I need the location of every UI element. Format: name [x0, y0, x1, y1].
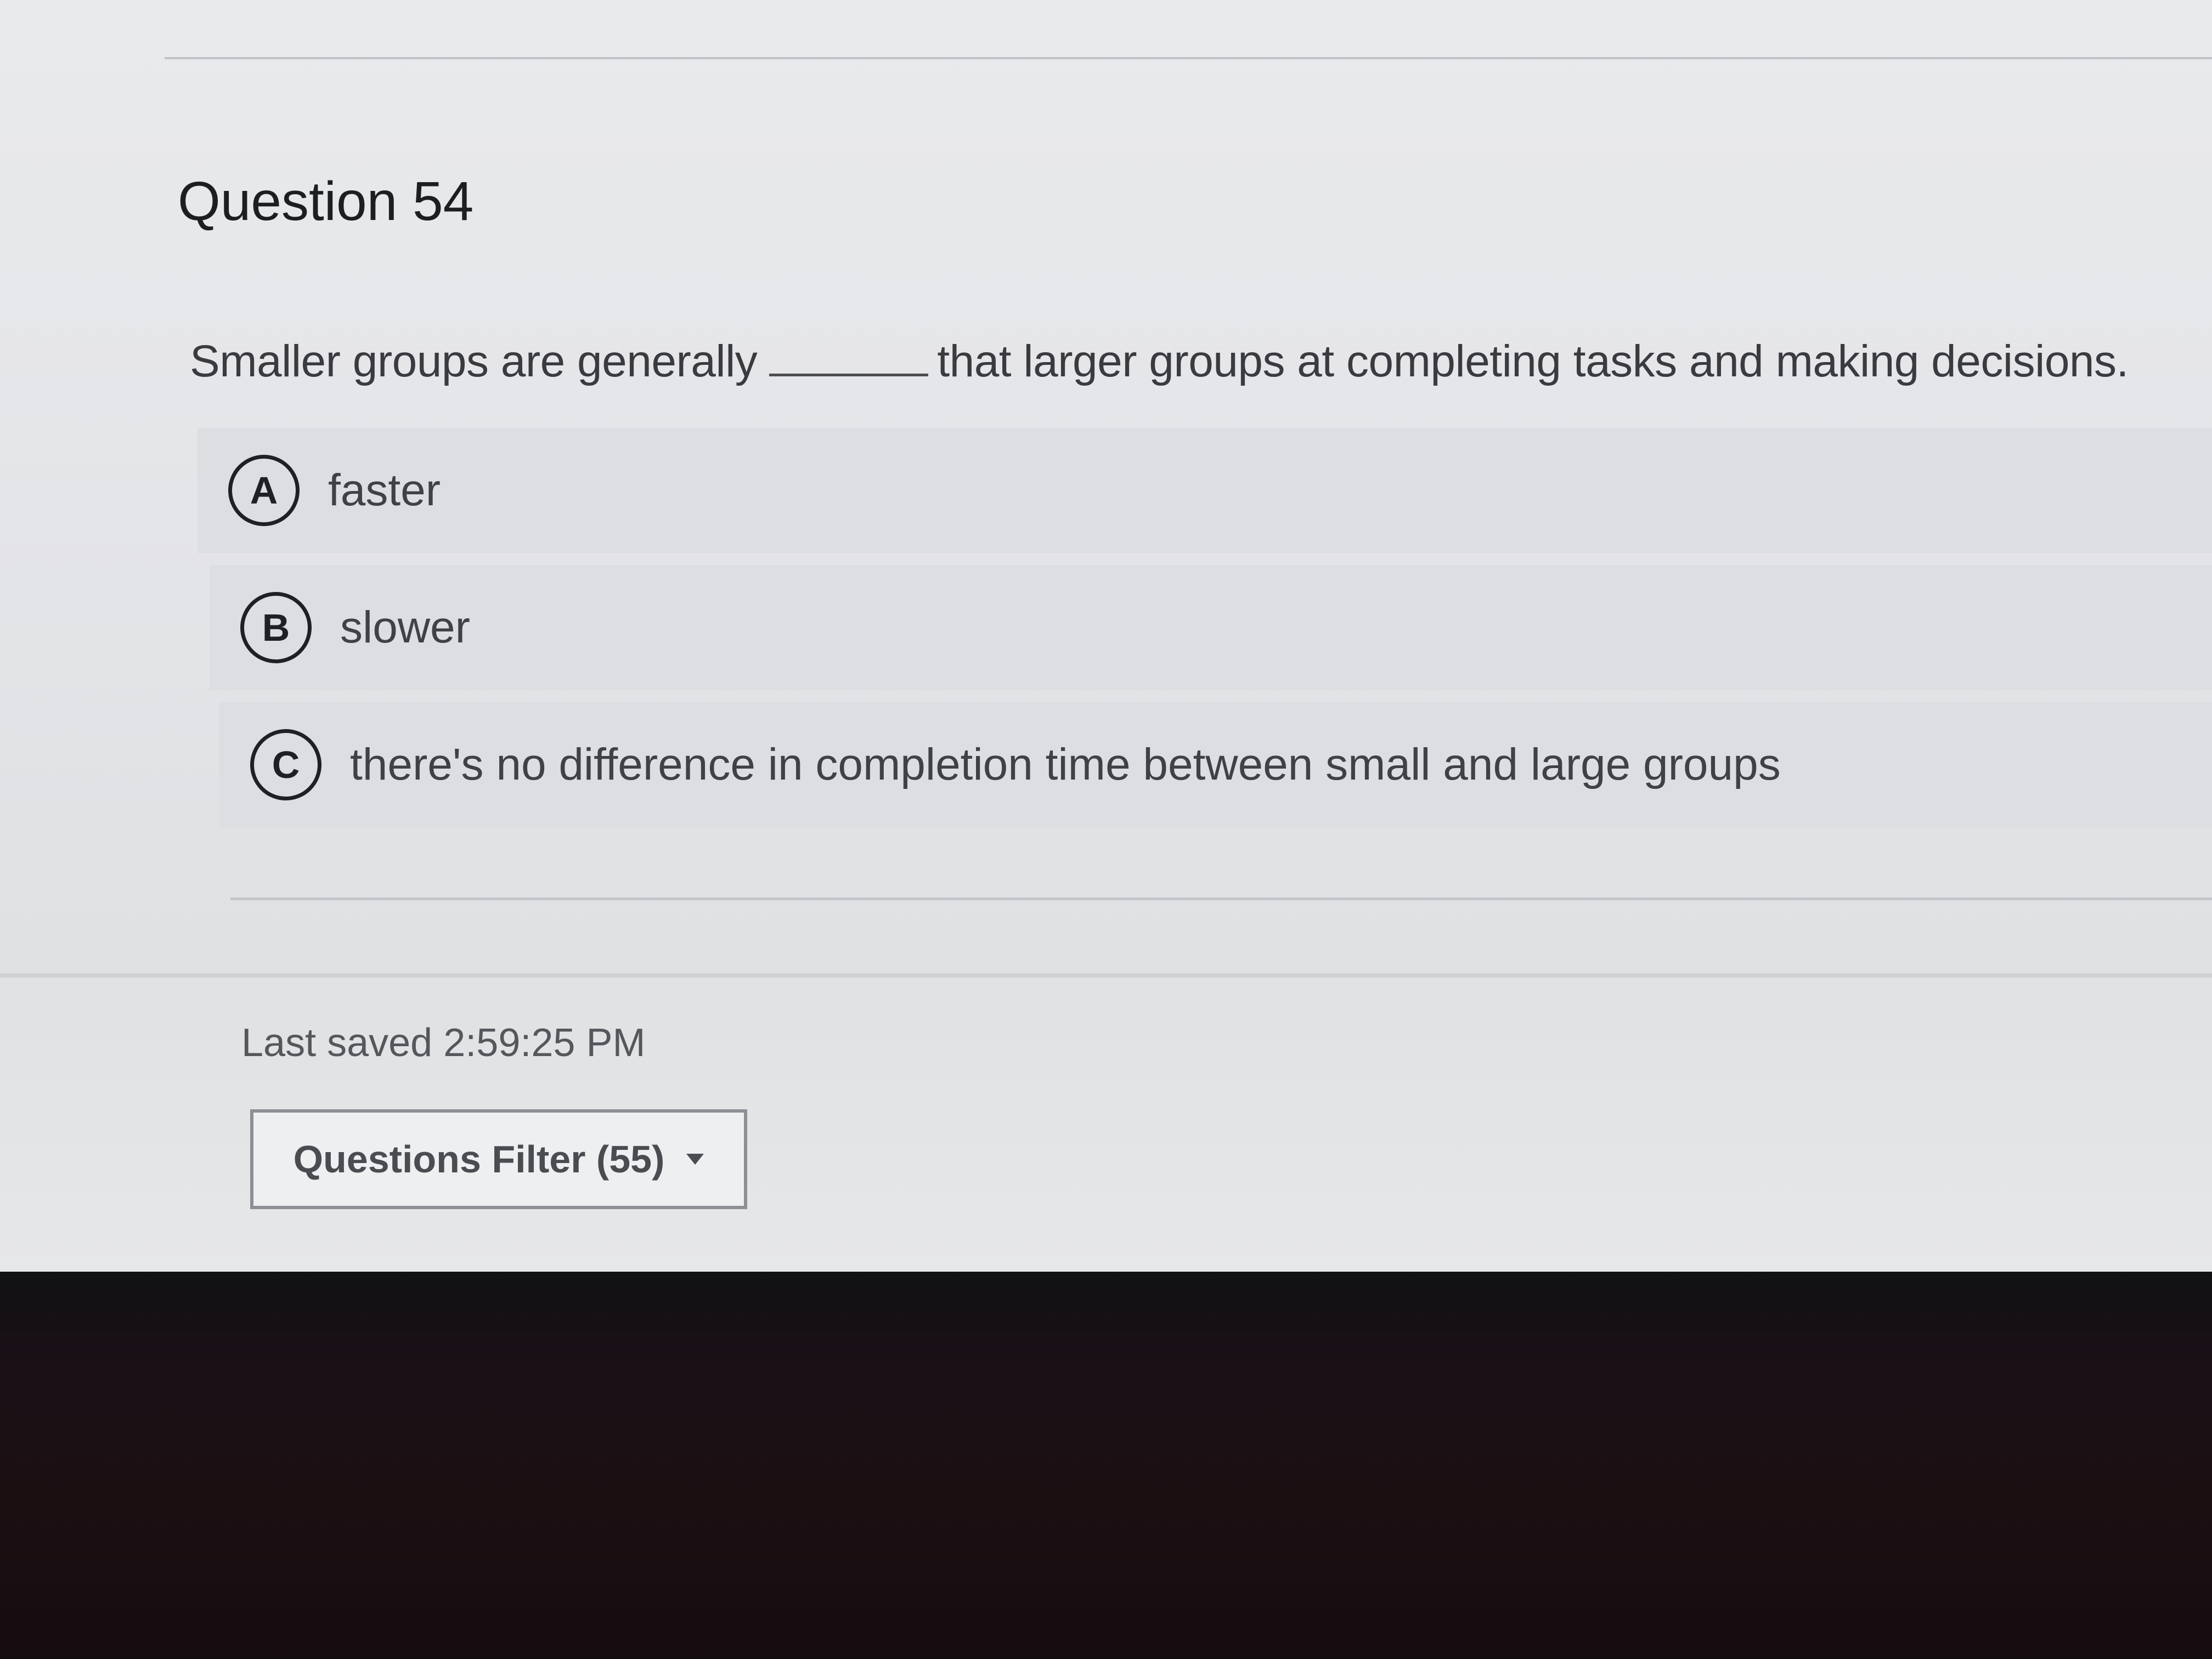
last-saved-status: Last saved 2:59:25 PM: [241, 1021, 646, 1065]
choice-c[interactable]: C there's no difference in completion ti…: [219, 702, 2212, 827]
choice-text-c: there's no difference in completion time…: [350, 740, 1781, 789]
questions-filter-button[interactable]: Questions Filter (55): [250, 1109, 747, 1209]
prompt-text-after: that larger groups at completing tasks a…: [937, 336, 2129, 386]
questions-filter-label: Questions Filter (55): [293, 1138, 665, 1181]
question-prompt: Smaller groups are generally that larger …: [190, 336, 2129, 387]
question-title: Question 54: [178, 171, 474, 232]
answer-choices: A faster B slower C there's no differenc…: [198, 428, 2212, 839]
choice-letter-a: A: [228, 455, 300, 526]
choice-letter-b: B: [240, 592, 312, 663]
choice-letter-c: C: [250, 729, 321, 800]
footer-divider: [0, 973, 2212, 978]
caret-down-icon: [686, 1154, 704, 1165]
monitor-bezel: [0, 1272, 2212, 1659]
choice-b[interactable]: B slower: [210, 565, 2212, 690]
top-divider: [165, 57, 2212, 59]
fill-in-blank: [769, 338, 929, 376]
choice-text-a: faster: [328, 465, 441, 515]
quiz-screen: Question 54 Smaller groups are generally…: [0, 0, 2212, 1272]
question-divider: [230, 898, 2212, 900]
choice-a[interactable]: A faster: [198, 428, 2212, 553]
prompt-text-before: Smaller groups are generally: [190, 336, 758, 386]
choice-text-b: slower: [340, 602, 470, 652]
